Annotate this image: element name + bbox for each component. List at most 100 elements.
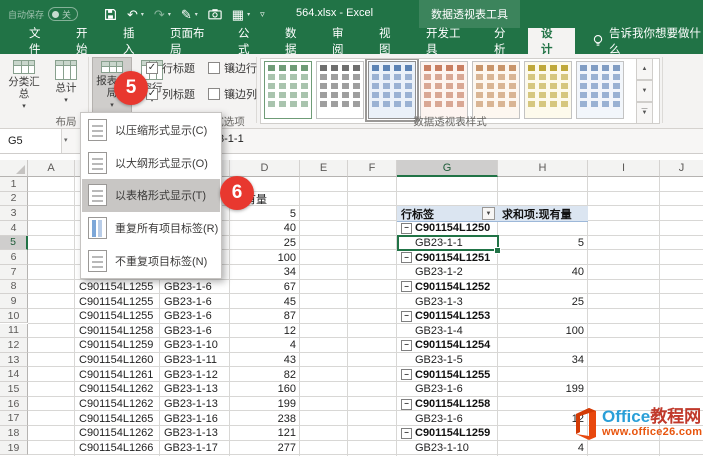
- row-header-16[interactable]: 16: [0, 397, 28, 412]
- tab-公式[interactable]: 公式: [225, 28, 272, 54]
- pivot-group-C901154L1259[interactable]: −C901154L1259: [397, 426, 498, 441]
- menu-item-不重复项目标签(N)[interactable]: 不重复项目标签(N): [82, 244, 220, 277]
- pivot-group-C901154L1252[interactable]: −C901154L1252: [397, 280, 498, 295]
- cell-C18[interactable]: GB23-1-13: [160, 426, 230, 441]
- row-header-2[interactable]: 2: [0, 192, 28, 207]
- touch-caret-icon[interactable]: ▾: [195, 11, 198, 18]
- collapse-icon[interactable]: −: [401, 252, 412, 263]
- row-header-9[interactable]: 9: [0, 294, 28, 309]
- column-header-D[interactable]: D: [230, 160, 300, 177]
- row-header-14[interactable]: 14: [0, 367, 28, 382]
- autosave-pill[interactable]: 关: [48, 7, 78, 21]
- table-icon[interactable]: ▦: [232, 8, 244, 21]
- name-box[interactable]: G5: [0, 129, 62, 153]
- save-icon[interactable]: [104, 8, 117, 21]
- pivot-item-GB23-1-2[interactable]: GB23-1-2: [397, 265, 498, 280]
- cell-B17[interactable]: C901154L1265: [75, 411, 160, 426]
- tab-文件[interactable]: 文件: [16, 28, 63, 54]
- style-thumb-light-blue[interactable]: [368, 61, 416, 119]
- menu-item-重复所有项目标签(R)[interactable]: 重复所有项目标签(R): [82, 212, 220, 245]
- row-header-4[interactable]: 4: [0, 221, 28, 236]
- cell-D10[interactable]: 87: [230, 309, 300, 324]
- cell-B11[interactable]: C901154L1258: [75, 324, 160, 339]
- row-header-19[interactable]: 19: [0, 441, 28, 456]
- cell-H7[interactable]: 40: [498, 265, 588, 280]
- style-thumb-plain-gray[interactable]: [316, 61, 364, 119]
- collapse-icon[interactable]: −: [401, 311, 412, 322]
- checkbox-镶边列[interactable]: 镶边列: [208, 86, 257, 102]
- column-header-G[interactable]: G: [397, 160, 498, 177]
- tell-me-box[interactable]: 告诉我你想要做什么: [575, 28, 703, 54]
- cell-B10[interactable]: C901154L1255: [75, 309, 160, 324]
- collapse-icon[interactable]: −: [401, 399, 412, 410]
- checkbox-列标题[interactable]: ✓列标题: [146, 86, 195, 102]
- cell-B16[interactable]: C901154L1262: [75, 397, 160, 412]
- row-header-13[interactable]: 13: [0, 353, 28, 368]
- cell-H9[interactable]: 25: [498, 294, 588, 309]
- column-header-E[interactable]: E: [300, 160, 348, 177]
- collapse-icon[interactable]: −: [401, 340, 412, 351]
- pivot-item-GB23-1-10[interactable]: GB23-1-10: [397, 441, 498, 456]
- style-thumb-orange[interactable]: [420, 61, 468, 119]
- pivot-item-GB23-1-6[interactable]: GB23-1-6: [397, 411, 498, 426]
- pivot-item-GB23-1-5[interactable]: GB23-1-5: [397, 353, 498, 368]
- row-header-10[interactable]: 10: [0, 309, 28, 324]
- fill-handle[interactable]: [494, 247, 501, 254]
- gallery-more-icon[interactable]: ▼—: [636, 102, 653, 124]
- tab-审阅[interactable]: 审阅: [319, 28, 366, 54]
- cell-H5[interactable]: 5: [498, 236, 588, 251]
- checkbox-镶边行[interactable]: 镶边行: [208, 60, 257, 76]
- cell-D16[interactable]: 199: [230, 397, 300, 412]
- cell-H11[interactable]: 100: [498, 324, 588, 339]
- cell-C11[interactable]: GB23-1-6: [160, 324, 230, 339]
- row-header-15[interactable]: 15: [0, 382, 28, 397]
- cell-D17[interactable]: 238: [230, 411, 300, 426]
- cell-D11[interactable]: 12: [230, 324, 300, 339]
- column-header-F[interactable]: F: [348, 160, 397, 177]
- gallery-scroll-down-icon[interactable]: ▼: [636, 80, 653, 102]
- checked-checkbox-icon[interactable]: ✓: [146, 62, 158, 74]
- column-header-J[interactable]: J: [660, 160, 703, 177]
- cell-B12[interactable]: C901154L1259: [75, 338, 160, 353]
- cell-D13[interactable]: 43: [230, 353, 300, 368]
- cell-C16[interactable]: GB23-1-13: [160, 397, 230, 412]
- cell-D9[interactable]: 45: [230, 294, 300, 309]
- pivot-item-GB23-1-4[interactable]: GB23-1-4: [397, 324, 498, 339]
- style-thumb-blue[interactable]: [576, 61, 624, 119]
- cell-C14[interactable]: GB23-1-12: [160, 367, 230, 382]
- cell-H13[interactable]: 34: [498, 353, 588, 368]
- unchecked-checkbox-icon[interactable]: [208, 88, 220, 100]
- row-labels-filter-icon[interactable]: ▼: [482, 207, 495, 220]
- checkbox-行标题[interactable]: ✓行标题: [146, 60, 195, 76]
- cell-C12[interactable]: GB23-1-10: [160, 338, 230, 353]
- cell-D7[interactable]: 34: [230, 265, 300, 280]
- cell-D18[interactable]: 121: [230, 426, 300, 441]
- row-header-18[interactable]: 18: [0, 426, 28, 441]
- row-header-8[interactable]: 8: [0, 280, 28, 295]
- active-cell-border[interactable]: [397, 235, 499, 252]
- cell-D12[interactable]: 4: [230, 338, 300, 353]
- cell-B9[interactable]: C901154L1255: [75, 294, 160, 309]
- watermark-url[interactable]: www.office26.com: [602, 426, 702, 438]
- cell-D4[interactable]: 40: [230, 221, 300, 236]
- style-thumb-yellow[interactable]: [524, 61, 572, 119]
- cell-C9[interactable]: GB23-1-6: [160, 294, 230, 309]
- cell-C17[interactable]: GB23-1-16: [160, 411, 230, 426]
- pivot-group-C901154L1253[interactable]: −C901154L1253: [397, 309, 498, 324]
- column-header-H[interactable]: H: [498, 160, 588, 177]
- pivot-group-C901154L1258[interactable]: −C901154L1258: [397, 397, 498, 412]
- collapse-icon[interactable]: −: [401, 428, 412, 439]
- cell-C8[interactable]: GB23-1-6: [160, 280, 230, 295]
- menu-item-以大纲形式显示(O)[interactable]: 以大纲形式显示(O): [82, 147, 220, 180]
- tab-页面布局[interactable]: 页面布局: [157, 28, 225, 54]
- cell-D6[interactable]: 100: [230, 250, 300, 265]
- tab-视图[interactable]: 视图: [366, 28, 413, 54]
- row-header-1[interactable]: 1: [0, 177, 28, 192]
- cell-B19[interactable]: C901154L1266: [75, 441, 160, 456]
- pivot-value-header[interactable]: 求和项:现有量: [498, 206, 588, 221]
- cell-H15[interactable]: 199: [498, 382, 588, 397]
- table-caret-icon[interactable]: ▾: [247, 11, 250, 18]
- select-all-corner[interactable]: [0, 160, 28, 177]
- menu-item-以表格形式显示(T)[interactable]: 以表格形式显示(T): [82, 179, 220, 212]
- pivot-group-C901154L1255[interactable]: −C901154L1255: [397, 367, 498, 382]
